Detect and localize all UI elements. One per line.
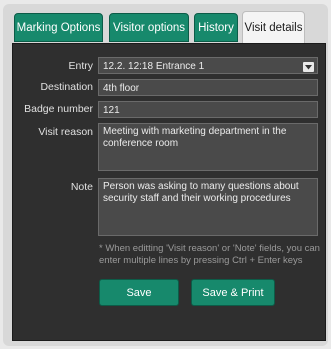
save-and-print-button[interactable]: Save & Print (191, 279, 275, 306)
destination-field[interactable]: 4th floor (98, 79, 318, 96)
tab-visit-details[interactable]: Visit details (242, 11, 305, 44)
note-textarea[interactable]: Person was asking to many questions abou… (98, 178, 318, 236)
tab-history[interactable]: History (194, 13, 238, 42)
entry-label: Entry (68, 60, 93, 72)
chevron-down-icon[interactable] (303, 62, 314, 72)
visit-reason-label: Visit reason (38, 126, 93, 138)
tab-marking-options[interactable]: Marking Options (14, 13, 103, 42)
multiline-hint: * When editting 'Visit reason' or 'Note'… (99, 243, 320, 266)
entry-select-value: 12.2. 12:18 Entrance 1 (103, 61, 205, 72)
entry-select[interactable]: 12.2. 12:18 Entrance 1 (98, 57, 318, 74)
destination-label: Destination (40, 81, 93, 93)
visit-details-panel: Entry 12.2. 12:18 Entrance 1 Destination… (12, 43, 326, 341)
tab-bar: Marking Options Visitor options History … (3, 4, 328, 48)
tab-visitor-options[interactable]: Visitor options (109, 13, 189, 42)
note-label: Note (70, 181, 93, 193)
visit-reason-textarea[interactable]: Meeting with marketing department in the… (98, 123, 318, 171)
visit-details-window: Marking Options Visitor options History … (3, 4, 328, 346)
save-button[interactable]: Save (99, 279, 179, 306)
badge-number-label: Badge number (24, 103, 93, 115)
badge-number-field[interactable]: 121 (98, 101, 318, 118)
